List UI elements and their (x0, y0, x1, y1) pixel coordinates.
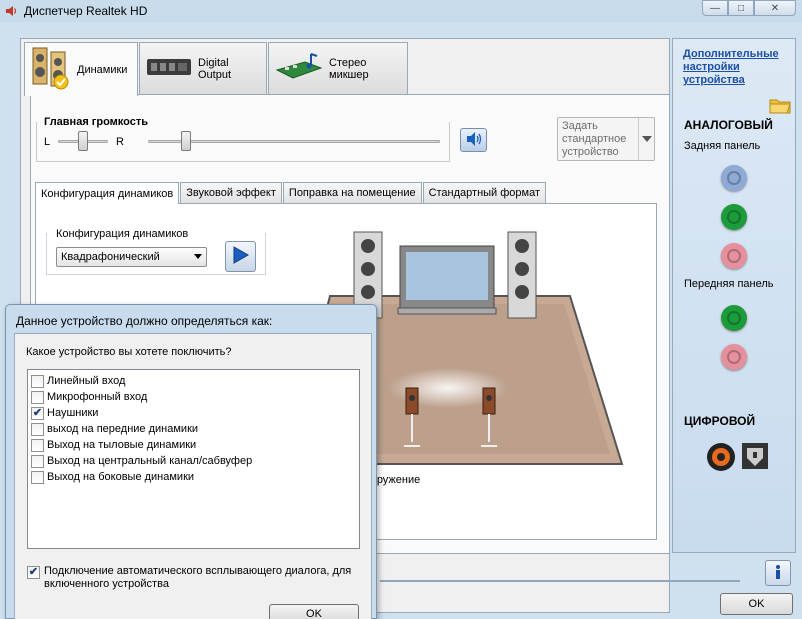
dialog-ok-button[interactable]: OK (269, 604, 359, 619)
optical-icon[interactable] (741, 442, 769, 473)
auto-popup-option[interactable]: ✔ Подключение автоматического всплывающе… (27, 565, 367, 591)
jack-green-icon (727, 210, 741, 224)
tab-sound-effect[interactable]: Звуковой эффект (180, 182, 282, 203)
title-bar: Диспетчер Realtek HD — □ ✕ (0, 0, 802, 22)
play-icon (233, 246, 249, 267)
inner-tabs: Конфигурация динамиков Звуковой эффект П… (35, 182, 547, 204)
balance-slider-thumb[interactable] (78, 131, 88, 151)
front-jack-pink[interactable] (721, 344, 747, 370)
volume-label: Главная громкость (42, 116, 151, 128)
analog-title: АНАЛОГОВЫЙ (684, 118, 773, 132)
tab-room-correction[interactable]: Поправка на помещение (282, 182, 422, 203)
maximize-button[interactable]: □ (728, 0, 754, 16)
option-label: Выход на центральный канал/сабвуфер (47, 455, 253, 467)
rear-jack-green[interactable] (721, 204, 747, 230)
auto-popup-checkbox[interactable]: ✔ (27, 566, 40, 579)
device-tabs: Динамики Digital Output Стерео микшер (24, 42, 409, 96)
checkbox[interactable] (31, 454, 44, 468)
checkbox[interactable] (31, 422, 44, 436)
close-button[interactable]: ✕ (754, 0, 796, 16)
speaker-config-value: Квадрафонический (61, 251, 160, 263)
maximize-icon: □ (737, 2, 745, 14)
option-label: Выход на тыловые динамики (47, 439, 197, 451)
mute-button[interactable] (460, 128, 487, 152)
tab-speakers[interactable]: Динамики (24, 42, 138, 96)
tab-digital-output-label: Digital Output (198, 56, 232, 81)
advanced-device-settings-link[interactable]: Дополнительные настройки устройства (683, 48, 793, 87)
info-icon (772, 564, 784, 583)
digital-title: ЦИФРОВОЙ (684, 414, 756, 428)
balance-right-label: R (116, 136, 124, 148)
digital-output-icon (146, 56, 192, 81)
tab-room-correction-label: Поправка на помещение (288, 187, 416, 199)
tab-speaker-configuration[interactable]: Конфигурация динамиков (35, 182, 180, 204)
speaker-icon (31, 46, 71, 93)
option-label: выход на передние динамики (47, 423, 199, 435)
ok-button[interactable]: OK (720, 593, 793, 615)
stereo-mixer-icon (275, 52, 323, 85)
play-test-button[interactable] (225, 241, 256, 272)
speaker-app-icon (4, 4, 18, 18)
front-panel-label: Передняя панель (684, 278, 774, 290)
front-jack-green[interactable] (721, 305, 747, 331)
set-default-device-button[interactable]: Задать стандартное устройство (557, 117, 655, 161)
option-label: Микрофонный вход (47, 391, 148, 403)
dialog-title: Данное устройство должно определяться ка… (16, 314, 273, 328)
jack-pink-front-icon (727, 350, 741, 364)
speaker-config-label: Конфигурация динамиков (54, 228, 191, 240)
tab-sound-effect-label: Звуковой эффект (186, 187, 276, 199)
minimize-icon: — (710, 2, 720, 14)
checkbox[interactable] (31, 438, 44, 452)
checkbox[interactable] (31, 374, 44, 388)
jack-green-front-icon (727, 311, 741, 325)
list-item[interactable]: ✔ Наушники (31, 405, 98, 421)
status-line (380, 580, 740, 582)
folder-icon[interactable] (769, 96, 791, 117)
speaker-volume-icon (465, 131, 483, 150)
dropdown-arrow-icon (194, 254, 202, 259)
coaxial-icon[interactable] (706, 442, 736, 475)
chevron-down-icon (638, 118, 654, 160)
device-type-list: Линейный вход Микрофонный вход ✔ Наушники… (27, 369, 360, 549)
option-label: Наушники (47, 407, 99, 419)
tab-digital-output[interactable]: Digital Output (139, 42, 267, 94)
speaker-config-select[interactable]: Квадрафонический (56, 247, 207, 267)
balance-left-label: L (44, 136, 51, 148)
jack-blue-icon (727, 171, 741, 185)
info-button[interactable] (765, 560, 791, 586)
tab-stereo-mixer[interactable]: Стерео микшер (268, 42, 408, 94)
rear-jack-pink[interactable] (721, 243, 747, 269)
list-item[interactable]: Выход на боковые динамики (31, 469, 194, 485)
list-item[interactable]: выход на передние динамики (31, 421, 198, 437)
list-item[interactable]: Выход на тыловые динамики (31, 437, 196, 453)
tab-speakers-label: Динамики (77, 63, 128, 76)
set-default-device-label: Задать стандартное устройство (562, 120, 627, 158)
tab-speaker-configuration-label: Конфигурация динамиков (41, 187, 174, 200)
volume-slider-track[interactable] (148, 140, 440, 143)
rear-panel-label: Задняя панель (684, 140, 761, 152)
jack-pink-icon (727, 249, 741, 263)
checkbox[interactable] (31, 390, 44, 404)
dialog-question: Какое устройство вы хотете поключить? (26, 346, 232, 358)
option-label: Выход на боковые динамики (47, 471, 195, 483)
tab-stereo-mixer-label: Стерео микшер (329, 56, 369, 81)
tab-default-format[interactable]: Стандартный формат (422, 182, 547, 203)
surround-label: кружение (372, 474, 421, 486)
list-item[interactable]: Выход на центральный канал/сабвуфер (31, 453, 252, 469)
checkbox[interactable] (31, 470, 44, 484)
minimize-button[interactable]: — (702, 0, 728, 16)
volume-slider-thumb[interactable] (180, 131, 191, 151)
checkbox[interactable]: ✔ (31, 406, 44, 420)
window-title: Диспетчер Realtek HD (24, 4, 148, 18)
rear-jack-blue[interactable] (721, 165, 747, 191)
option-label: Линейный вход (47, 375, 126, 387)
list-item[interactable]: Микрофонный вход (31, 389, 147, 405)
auto-popup-label: Подключение автоматического всплывающего… (44, 565, 352, 590)
list-item[interactable]: Линейный вход (31, 373, 125, 389)
tab-default-format-label: Стандартный формат (428, 187, 541, 199)
close-icon: ✕ (770, 2, 780, 14)
